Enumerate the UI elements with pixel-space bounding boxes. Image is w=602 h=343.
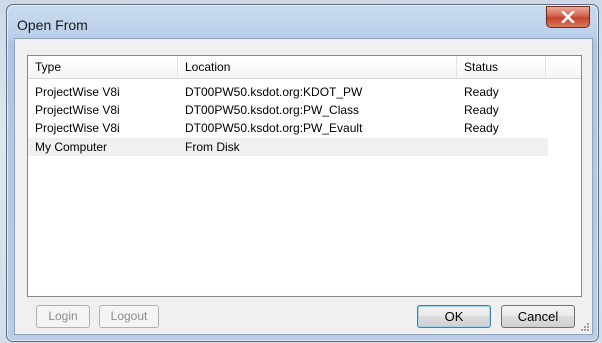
repository-list[interactable]: Type Location Status ProjectWise V8i DT0… (27, 55, 582, 297)
column-header-location[interactable]: Location (178, 56, 457, 78)
open-from-dialog: Open From Type Location Status ProjectWi… (6, 4, 599, 342)
resize-grip-icon[interactable] (580, 322, 590, 332)
row-status: Ready (464, 85, 499, 99)
row-location: DT00PW50.ksdot.org:PW_Evault (185, 121, 363, 135)
list-row[interactable]: ProjectWise V8i DT00PW50.ksdot.org:PW_Cl… (28, 101, 548, 119)
list-row[interactable]: ProjectWise V8i DT00PW50.ksdot.org:PW_Ev… (28, 119, 548, 137)
row-status: Ready (464, 121, 499, 135)
row-location: DT00PW50.ksdot.org:KDOT_PW (185, 85, 363, 99)
login-button[interactable]: Login (36, 305, 90, 328)
row-location: From Disk (185, 140, 240, 154)
dialog-title: Open From (17, 17, 88, 33)
close-button[interactable] (546, 6, 590, 28)
list-row-selected[interactable]: My Computer From Disk (28, 138, 548, 156)
logout-button[interactable]: Logout (99, 305, 159, 328)
column-header-filler (546, 56, 581, 78)
row-type: ProjectWise V8i (35, 121, 120, 135)
title-bar[interactable]: Open From (7, 5, 598, 39)
ok-button[interactable]: OK (417, 305, 491, 328)
close-icon (561, 11, 575, 23)
list-row[interactable]: ProjectWise V8i DT00PW50.ksdot.org:KDOT_… (28, 83, 548, 101)
row-location: DT00PW50.ksdot.org:PW_Class (185, 103, 360, 117)
column-header-type[interactable]: Type (28, 56, 178, 78)
row-type: ProjectWise V8i (35, 103, 120, 117)
column-header-status[interactable]: Status (457, 56, 546, 78)
row-type: My Computer (35, 140, 108, 154)
row-type: ProjectWise V8i (35, 85, 120, 99)
cancel-button[interactable]: Cancel (501, 305, 575, 328)
list-header: Type Location Status (28, 56, 581, 79)
dialog-body: Type Location Status ProjectWise V8i DT0… (14, 38, 593, 335)
row-status: Ready (464, 103, 499, 117)
